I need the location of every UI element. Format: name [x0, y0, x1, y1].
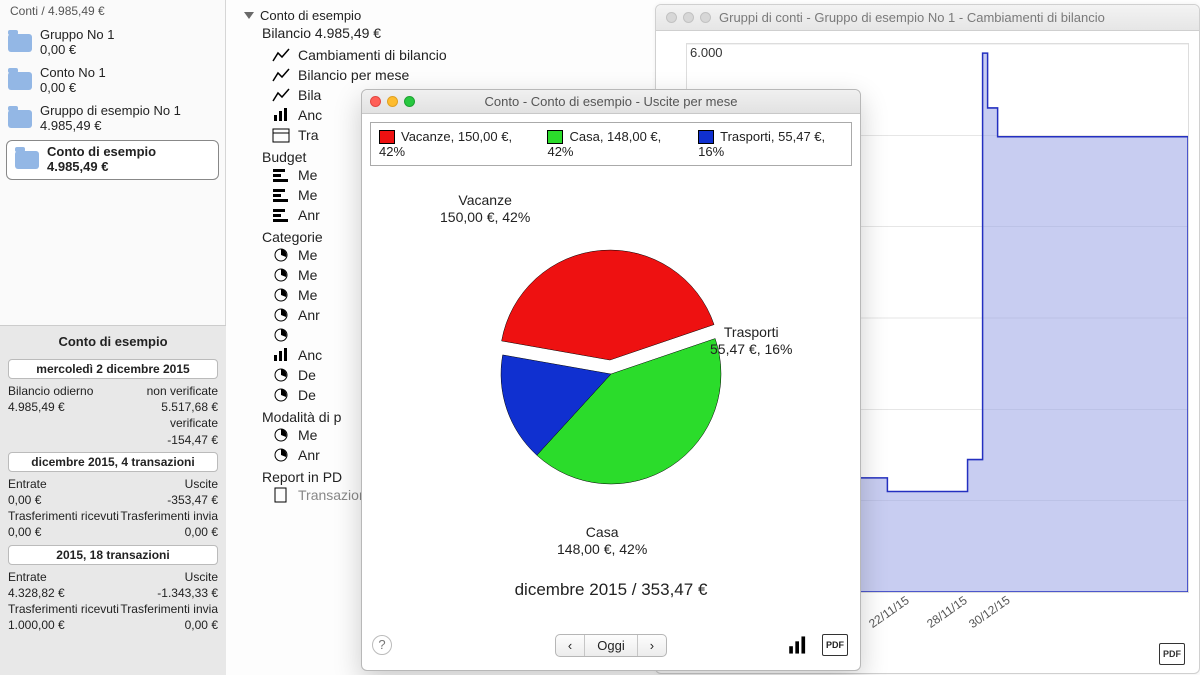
pie-icon [272, 367, 290, 383]
pie-icon [272, 447, 290, 463]
line-chart-icon [272, 67, 290, 83]
pdf-button[interactable]: PDF [822, 633, 848, 657]
pie-icon [272, 387, 290, 403]
legend-item: Vacanze, 150,00 €, 42% [379, 129, 529, 159]
folder-icon [8, 34, 32, 52]
line-chart-icon [272, 47, 290, 63]
pdf-button[interactable]: PDF [1159, 643, 1185, 665]
tree-title[interactable]: Conto di esempio [244, 8, 646, 23]
pie-chart-area: Vacanze150,00 €, 42% Trasporti55,47 €, 1… [362, 174, 860, 574]
info-panel: Conto di esempio mercoledì 2 dicembre 20… [0, 325, 226, 675]
folder-icon [8, 72, 32, 90]
help-button[interactable]: ? [372, 635, 392, 655]
pie-label-vacanze: Vacanze150,00 €, 42% [440, 192, 530, 226]
disclosure-icon[interactable] [244, 12, 254, 19]
bars-icon [272, 207, 290, 223]
pie-chart-window[interactable]: Conto - Conto di esempio - Uscite per me… [361, 89, 861, 671]
pie-icon [272, 307, 290, 323]
document-icon [272, 487, 290, 503]
line-chart-icon [272, 87, 290, 103]
sidebar-item-account1[interactable]: Conto No 10,00 € [0, 62, 225, 100]
today-button[interactable]: Oggi [585, 635, 637, 656]
pie-label-casa: Casa148,00 €, 42% [557, 524, 647, 558]
info-block1-head: mercoledì 2 dicembre 2015 [8, 359, 218, 379]
next-button[interactable]: › [638, 635, 666, 656]
bars-icon [272, 167, 290, 183]
bar-chart-button[interactable] [786, 633, 812, 657]
traffic-lights[interactable] [666, 12, 711, 23]
pie-label-trasporti: Trasporti55,47 €, 16% [710, 324, 793, 358]
swatch-icon [379, 130, 395, 144]
sidebar-item-example-group[interactable]: Gruppo di esempio No 14.985,49 € [0, 100, 225, 138]
pie-icon [272, 287, 290, 303]
swatch-icon [698, 130, 714, 144]
date-nav[interactable]: ‹ Oggi › [555, 634, 667, 657]
fg-titlebar[interactable]: Conto - Conto di esempio - Uscite per me… [362, 90, 860, 114]
info-block3-head: 2015, 18 transazioni [8, 545, 218, 565]
pie-icon [272, 327, 290, 343]
pie-icon [272, 427, 290, 443]
swatch-icon [547, 130, 563, 144]
sidebar-item-group1[interactable]: Gruppo No 10,00 € [0, 24, 225, 62]
legend-item: Casa, 148,00 €, 42% [547, 129, 680, 159]
calendar-icon [272, 127, 290, 143]
bar-chart-icon [272, 107, 290, 123]
fg-window-title: Conto - Conto di esempio - Uscite per me… [362, 94, 860, 109]
bg-titlebar[interactable]: Gruppi di conti - Gruppo di esempio No 1… [656, 5, 1199, 31]
tree-item[interactable]: Bilancio per mese [244, 65, 646, 85]
pie-caption: dicembre 2015 / 353,47 € [362, 574, 860, 608]
tree-item[interactable]: Cambiamenti di bilancio [244, 45, 646, 65]
sidebar: Conti / 4.985,49 € Gruppo No 10,00 € Con… [0, 0, 226, 675]
tree-balance: Bilancio 4.985,49 € [244, 25, 646, 41]
pie-icon [272, 247, 290, 263]
info-block2-head: dicembre 2015, 4 transazioni [8, 452, 218, 472]
sidebar-item-example-account[interactable]: Conto di esempio4.985,49 € [6, 140, 219, 180]
prev-button[interactable]: ‹ [556, 635, 585, 656]
pie-legend: Vacanze, 150,00 €, 42% Casa, 148,00 €, 4… [370, 122, 852, 166]
pie-icon [272, 267, 290, 283]
bar-chart-icon [272, 347, 290, 363]
folder-icon [15, 151, 39, 169]
legend-item: Trasporti, 55,47 €, 16% [698, 129, 843, 159]
info-title: Conto di esempio [8, 330, 218, 355]
bars-icon [272, 187, 290, 203]
sidebar-header: Conti / 4.985,49 € [0, 0, 225, 24]
bg-window-title: Gruppi di conti - Gruppo di esempio No 1… [719, 10, 1105, 25]
folder-icon [8, 110, 32, 128]
